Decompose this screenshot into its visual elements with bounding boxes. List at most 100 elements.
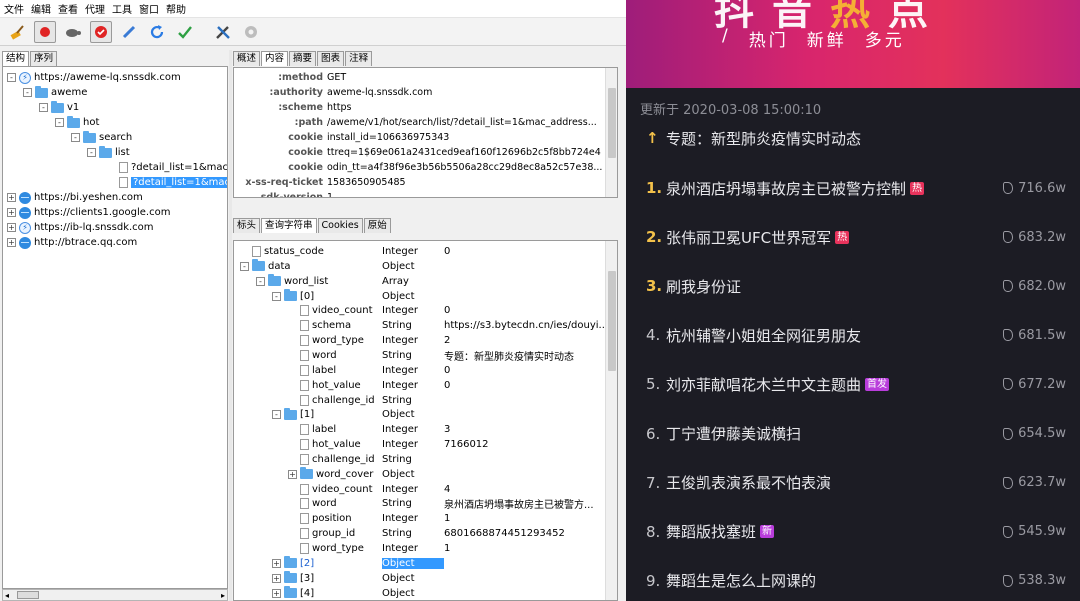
broom-icon[interactable]: [6, 21, 28, 43]
hot-item[interactable]: 6. 丁宁遭伊藤美诚横扫 654.5w: [646, 422, 1066, 446]
header-row[interactable]: sdk-version 1: [234, 190, 604, 197]
menu-view[interactable]: 查看: [58, 1, 78, 16]
tree-node[interactable]: + ⚡ https://ib-lq.snssdk.com: [7, 220, 154, 235]
json-row[interactable]: label Integer 3: [234, 422, 617, 437]
json-row[interactable]: hot_value Integer 7166012: [234, 437, 617, 452]
expand-icon[interactable]: +: [7, 223, 16, 232]
tree-node[interactable]: - v1: [39, 100, 79, 115]
menu-file[interactable]: 文件: [4, 1, 24, 16]
tree-node[interactable]: - search: [71, 130, 132, 145]
header-row[interactable]: cookie install_id=106636975343: [234, 130, 604, 145]
settings-icon[interactable]: [240, 21, 262, 43]
collapse-icon[interactable]: -: [240, 261, 249, 271]
refresh-icon[interactable]: [146, 21, 168, 43]
tab-cookies[interactable]: Cookies: [317, 218, 363, 233]
pinned-topic[interactable]: ↑ 专题：新型肺炎疫情实时动态: [646, 126, 1066, 150]
json-row[interactable]: - [0] Object: [234, 289, 617, 304]
expand-icon[interactable]: +: [272, 573, 281, 583]
json-row[interactable]: status_code Integer 0: [234, 244, 617, 259]
expand-icon[interactable]: +: [7, 193, 16, 202]
tree-node[interactable]: - list: [87, 145, 130, 160]
expand-icon[interactable]: +: [7, 208, 16, 217]
header-row[interactable]: :authority aweme-lq.snssdk.com: [234, 85, 604, 100]
header-row[interactable]: cookie ttreq=1$69e061a2431ced9eaf160f1269…: [234, 145, 604, 160]
hot-item[interactable]: 2. 张伟丽卫冕UFC世界冠军热 683.2w: [646, 225, 1066, 249]
tab-sequence[interactable]: 序列: [30, 51, 58, 66]
header-row[interactable]: x-ss-req-ticket 1583650905485: [234, 175, 604, 190]
json-row[interactable]: + [2] Object: [234, 556, 617, 571]
json-row[interactable]: word String 专题：新型肺炎疫情实时动态: [234, 348, 617, 363]
header-row[interactable]: :path/aweme/v1/hot/search/list/?detail_l…: [234, 115, 604, 130]
json-row[interactable]: + [4] Object: [234, 586, 617, 600]
tree-node[interactable]: + https://clients1.google.com: [7, 205, 170, 220]
collapse-icon[interactable]: -: [71, 133, 80, 142]
menu-edit[interactable]: 编辑: [31, 1, 51, 16]
json-row[interactable]: video_count Integer 0: [234, 303, 617, 318]
collapse-icon[interactable]: -: [272, 410, 281, 420]
header-row[interactable]: :method GET: [234, 70, 604, 85]
check-icon[interactable]: [174, 21, 196, 43]
menu-proxy[interactable]: 代理: [85, 1, 105, 16]
hot-item[interactable]: 9. 舞蹈生是怎么上网课的 538.3w: [646, 569, 1066, 593]
json-row[interactable]: - word_list Array: [234, 274, 617, 289]
turtle-icon[interactable]: [62, 21, 84, 43]
json-row[interactable]: schema String https://s3.bytecdn.cn/ies/do…: [234, 318, 617, 333]
hot-item[interactable]: 4. 杭州辅警小姐姐全网征男朋友 681.5w: [646, 323, 1066, 347]
json-row[interactable]: + [3] Object: [234, 571, 617, 586]
json-row[interactable]: group_id String 6801668874451293452: [234, 526, 617, 541]
tab-raw[interactable]: 原始: [363, 218, 391, 233]
pen-icon[interactable]: [118, 21, 140, 43]
tree-node[interactable]: + https://bi.yeshen.com: [7, 190, 143, 205]
json-row[interactable]: video_count Integer 4: [234, 482, 617, 497]
json-row[interactable]: word_type Integer 1: [234, 541, 617, 556]
json-scrollbar[interactable]: [605, 241, 617, 600]
menu-tools[interactable]: 工具: [112, 1, 132, 16]
json-row[interactable]: + word_cover Object: [234, 467, 617, 482]
json-row[interactable]: hot_value Integer 0: [234, 378, 617, 393]
hot-item[interactable]: 8. 舞蹈版找塞班新 545.9w: [646, 520, 1066, 544]
expand-icon[interactable]: +: [7, 238, 16, 247]
split-divider[interactable]: [229, 50, 232, 601]
header-row[interactable]: :scheme https: [234, 100, 604, 115]
tab-notes[interactable]: 注释: [345, 51, 373, 66]
tab-query-string[interactable]: 查询字符串: [261, 218, 317, 233]
tab-overview[interactable]: 概述: [233, 51, 261, 66]
collapse-icon[interactable]: -: [55, 118, 64, 127]
json-row[interactable]: word String 泉州酒店坍塌事故房主已被警方...: [234, 496, 617, 511]
tree-node[interactable]: ?detail_list=1&mac_a: [119, 160, 227, 175]
scroll-thumb[interactable]: [608, 271, 616, 371]
tab-chart[interactable]: 图表: [317, 51, 345, 66]
tab-summary[interactable]: 摘要: [289, 51, 317, 66]
tab-structure[interactable]: 结构: [2, 51, 30, 66]
hot-item[interactable]: 5. 刘亦菲献唱花木兰中文主题曲 首发 677.2w: [646, 372, 1066, 396]
tree-node[interactable]: ?detail_list=1&mac_a: [119, 175, 227, 190]
collapse-icon[interactable]: -: [256, 276, 265, 286]
tab-headers[interactable]: 标头: [233, 218, 261, 233]
hot-item[interactable]: 1. 泉州酒店坍塌事故房主已被警方控制热 716.6w: [646, 176, 1066, 200]
header-scrollbar[interactable]: [605, 68, 617, 197]
collapse-icon[interactable]: -: [87, 148, 96, 157]
json-row[interactable]: challenge_id String: [234, 393, 617, 408]
hot-item[interactable]: 7. 王俊凯表演系最不怕表演 623.7w: [646, 471, 1066, 495]
json-row[interactable]: word_type Integer 2: [234, 333, 617, 348]
json-row[interactable]: - [1] Object: [234, 407, 617, 422]
header-row[interactable]: cookie odin_tt=a4f38f96e3b56b5506a28cc29d…: [234, 160, 604, 175]
collapse-icon[interactable]: -: [39, 103, 48, 112]
menu-window[interactable]: 窗口: [139, 1, 159, 16]
hot-item[interactable]: 3. 刷我身份证 682.0w: [646, 274, 1066, 298]
tree-node[interactable]: - ⚡ https://aweme-lq.snssdk.com: [7, 70, 181, 85]
tree-node[interactable]: + http://btrace.qq.com: [7, 235, 137, 250]
tree-node[interactable]: - aweme: [23, 85, 87, 100]
expand-icon[interactable]: +: [272, 558, 281, 568]
horizontal-scrollbar[interactable]: ◂ ▸: [2, 589, 228, 601]
json-row[interactable]: - data Object: [234, 259, 617, 274]
collapse-icon[interactable]: -: [7, 73, 16, 82]
expand-icon[interactable]: +: [272, 588, 281, 598]
expand-icon[interactable]: +: [288, 469, 297, 479]
json-row[interactable]: label Integer 0: [234, 363, 617, 378]
tab-contents[interactable]: 内容: [261, 51, 289, 66]
scroll-thumb[interactable]: [608, 88, 616, 158]
json-row[interactable]: challenge_id String: [234, 452, 617, 467]
tree-node[interactable]: - hot: [55, 115, 99, 130]
collapse-icon[interactable]: -: [272, 291, 281, 301]
